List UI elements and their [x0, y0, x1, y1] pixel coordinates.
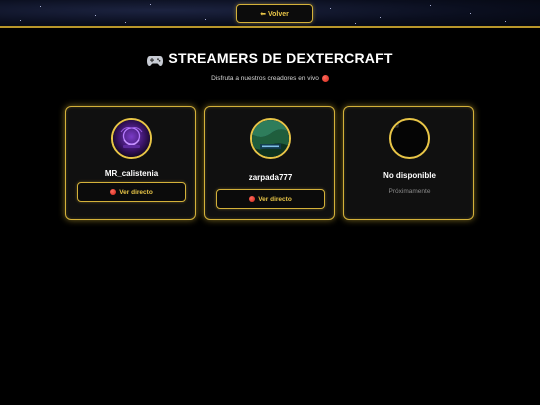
watch-live-label: Ver directo — [258, 195, 292, 203]
live-dot-icon — [321, 75, 329, 82]
streamer-card: MR_calistenia Ver directo — [65, 106, 196, 220]
live-dot-icon — [110, 189, 117, 195]
avatar — [250, 118, 291, 159]
streamer-card: zarpada777 Ver directo — [204, 106, 335, 220]
watch-live-button[interactable]: Ver directo — [216, 189, 325, 209]
avatar-placeholder — [389, 118, 430, 159]
streamer-name: No disponible — [383, 171, 436, 180]
back-button-label: ⬅ Volver — [260, 10, 289, 18]
watch-live-button[interactable]: Ver directo — [77, 182, 186, 202]
page-title: STREAMERS DE DEXTERCRAFT — [0, 50, 540, 66]
back-button[interactable]: ⬅ Volver — [236, 4, 313, 23]
coming-soon-text: Próximamente — [388, 188, 431, 195]
streamer-card: No disponible Próximamente — [343, 106, 474, 220]
subtitle-text: Disfruta a nuestros creadores en vivo — [211, 75, 319, 82]
live-dot-icon — [249, 196, 256, 202]
gamepad-icon — [147, 53, 164, 66]
page-title-text: STREAMERS DE DEXTERCRAFT — [168, 50, 393, 66]
watch-live-label: Ver directo — [119, 188, 153, 196]
avatar — [111, 118, 152, 159]
page-subtitle: Disfruta a nuestros creadores en vivo — [0, 75, 540, 82]
streamer-name: zarpada777 — [248, 173, 293, 182]
streamer-name: MR_calistenia — [104, 169, 159, 178]
header-bar: ⬅ Volver — [0, 0, 540, 28]
